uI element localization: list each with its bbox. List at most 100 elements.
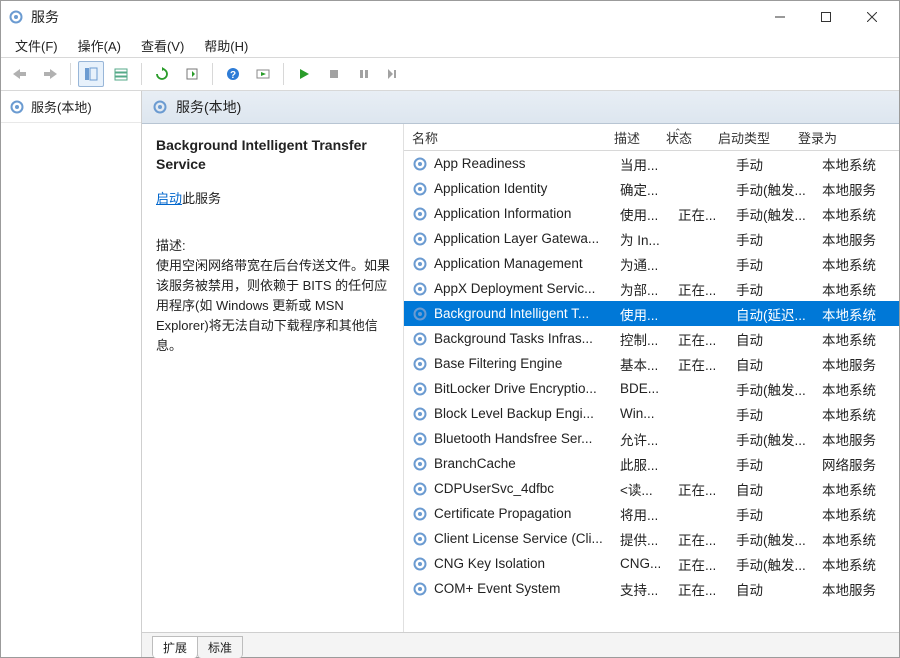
gear-icon (412, 456, 428, 472)
menubar: 文件(F) 操作(A) 查看(V) 帮助(H) (1, 33, 899, 57)
close-button[interactable] (849, 2, 895, 32)
service-row[interactable]: Base Filtering Engine基本...正在...自动本地服务 (404, 351, 899, 376)
properties-button[interactable] (108, 61, 134, 87)
cell-startup: 手动(触发... (730, 554, 816, 574)
export-button[interactable] (179, 61, 205, 87)
svg-text:?: ? (230, 70, 236, 81)
tree-pane[interactable]: 服务(本地) (1, 91, 142, 657)
right-content: Background Intelligent Transfer Service … (142, 124, 899, 632)
cell-startup: 自动 (730, 354, 816, 374)
cell-logon: 本地系统 (816, 404, 892, 424)
col-header-status[interactable]: 状态 (658, 128, 710, 147)
col-header-desc[interactable]: 描述 (606, 128, 658, 147)
start-service-link[interactable]: 启动 (156, 191, 182, 206)
refresh-button[interactable] (149, 61, 175, 87)
show-tree-button[interactable] (78, 61, 104, 87)
main-body: 服务(本地) 服务(本地) Background Intelligent Tra… (1, 91, 899, 657)
cell-startup: 手动 (730, 454, 816, 474)
cell-status: 正在... (672, 279, 730, 299)
service-row[interactable]: CNG Key IsolationCNG...正在...手动(触发...本地系统 (404, 551, 899, 576)
forward-button[interactable] (37, 61, 63, 87)
connect-button[interactable] (250, 61, 276, 87)
cell-name: Bluetooth Handsfree Ser... (404, 431, 614, 447)
service-row[interactable]: AppX Deployment Servic...为部...正在...手动本地系… (404, 276, 899, 301)
service-row[interactable]: Bluetooth Handsfree Ser...允许...手动(触发...本… (404, 426, 899, 451)
menu-view[interactable]: 查看(V) (135, 34, 190, 57)
service-row[interactable]: Certificate Propagation将用...手动本地系统 (404, 501, 899, 526)
cell-startup: 自动 (730, 479, 816, 499)
cell-name: Application Management (404, 256, 614, 272)
cell-logon: 本地系统 (816, 329, 892, 349)
service-row[interactable]: Background Tasks Infras...控制...正在...自动本地… (404, 326, 899, 351)
minimize-button[interactable] (757, 2, 803, 32)
cell-status: 正在... (672, 529, 730, 549)
start-service-button[interactable] (291, 61, 317, 87)
restart-service-button[interactable] (381, 61, 407, 87)
menu-action[interactable]: 操作(A) (72, 34, 127, 57)
tree-item-services-local[interactable]: 服务(本地) (1, 91, 141, 123)
cell-logon: 本地系统 (816, 154, 892, 174)
cell-desc: 当用... (614, 154, 672, 174)
gear-icon (412, 231, 428, 247)
service-row[interactable]: Client License Service (Cli...提供...正在...… (404, 526, 899, 551)
service-row[interactable]: BranchCache此服...手动网络服务 (404, 451, 899, 476)
cell-name: Application Identity (404, 181, 614, 197)
cell-status: 正在... (672, 479, 730, 499)
cell-desc: Win... (614, 406, 672, 421)
service-row[interactable]: Application Identity确定...手动(触发...本地服务 (404, 176, 899, 201)
service-row[interactable]: Application Management为通...手动本地系统 (404, 251, 899, 276)
col-header-logon[interactable]: 登录为 (790, 128, 860, 147)
col-header-name[interactable]: 名称 (404, 128, 606, 147)
cell-name: Background Intelligent T... (404, 306, 614, 322)
cell-name: Background Tasks Infras... (404, 331, 614, 347)
cell-name: Client License Service (Cli... (404, 531, 614, 547)
service-row[interactable]: App Readiness当用...手动本地系统 (404, 151, 899, 176)
cell-logon: 网络服务 (816, 454, 892, 474)
gear-icon (412, 406, 428, 422)
gear-icon (412, 431, 428, 447)
tab-standard[interactable]: 标准 (197, 636, 243, 658)
service-rows[interactable]: App Readiness当用...手动本地系统Application Iden… (404, 151, 899, 632)
cell-name: Application Information (404, 206, 614, 222)
service-row[interactable]: BitLocker Drive Encryptio...BDE...手动(触发.… (404, 376, 899, 401)
help-button[interactable]: ? (220, 61, 246, 87)
detail-panel: Background Intelligent Transfer Service … (142, 124, 404, 632)
pause-service-button[interactable] (351, 61, 377, 87)
sort-indicator-icon: ⌃ (674, 127, 682, 138)
cell-desc: 提供... (614, 529, 672, 549)
cell-desc: 控制... (614, 329, 672, 349)
cell-logon: 本地系统 (816, 554, 892, 574)
app-icon (7, 8, 25, 26)
service-row[interactable]: COM+ Event System支持...正在...自动本地服务 (404, 576, 899, 601)
cell-name: Certificate Propagation (404, 506, 614, 522)
menu-file[interactable]: 文件(F) (9, 34, 64, 57)
maximize-button[interactable] (803, 2, 849, 32)
cell-name: Block Level Backup Engi... (404, 406, 614, 422)
cell-name: App Readiness (404, 156, 614, 172)
cell-desc: 基本... (614, 354, 672, 374)
service-row[interactable]: CDPUserSvc_4dfbc<读...正在...自动本地系统 (404, 476, 899, 501)
cell-logon: 本地系统 (816, 304, 892, 324)
service-row[interactable]: Application Information使用...正在...手动(触发..… (404, 201, 899, 226)
menu-help[interactable]: 帮助(H) (198, 34, 254, 57)
titlebar[interactable]: 服务 (1, 1, 899, 33)
cell-logon: 本地系统 (816, 204, 892, 224)
gear-icon (412, 506, 428, 522)
service-row[interactable]: Background Intelligent T...使用...自动(延迟...… (404, 301, 899, 326)
gear-icon (412, 556, 428, 572)
col-header-startup[interactable]: 启动类型 (710, 128, 790, 147)
right-pane-header: 服务(本地) (142, 91, 899, 124)
gear-icon (412, 156, 428, 172)
cell-startup: 手动(触发... (730, 429, 816, 449)
cell-desc: BDE... (614, 381, 672, 396)
column-headers[interactable]: 名称 ⌃ 描述 状态 启动类型 登录为 (404, 124, 899, 151)
service-row[interactable]: Block Level Backup Engi...Win...手动本地系统 (404, 401, 899, 426)
back-button[interactable] (7, 61, 33, 87)
stop-service-button[interactable] (321, 61, 347, 87)
cell-status: 正在... (672, 204, 730, 224)
tab-extended[interactable]: 扩展 (152, 636, 198, 658)
window-title: 服务 (31, 7, 757, 27)
cell-logon: 本地系统 (816, 479, 892, 499)
service-row[interactable]: Application Layer Gatewa...为 In...手动本地服务 (404, 226, 899, 251)
cell-startup: 手动 (730, 229, 816, 249)
